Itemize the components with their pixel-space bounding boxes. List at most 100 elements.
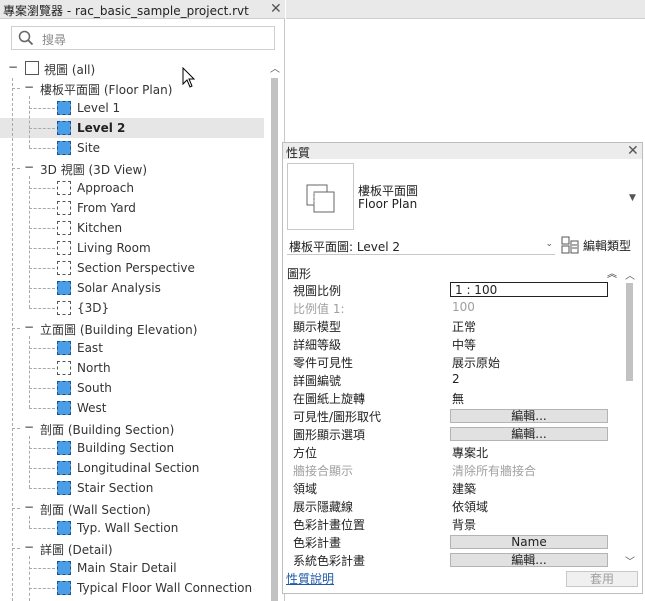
property-name: 視圖比例 (293, 284, 342, 298)
property-name: 色彩計畫位置 (293, 518, 366, 532)
view-placed-icon (57, 441, 71, 455)
tree-connector (29, 208, 55, 209)
scroll-up-icon[interactable]: ︿ (625, 267, 635, 282)
properties-panel: 性質 ✕ 樓板平面圖 Floor Plan ▼ 樓板平面圖: Level 2 ⌄… (282, 142, 643, 594)
view-item[interactable]: Level 2 (0, 118, 264, 138)
property-value[interactable]: 背景 (452, 516, 476, 533)
view-item[interactable]: South (0, 378, 264, 398)
view-item[interactable]: West (0, 398, 264, 418)
property-value[interactable]: 2 (452, 372, 460, 386)
property-edit-button[interactable]: 編輯... (450, 427, 608, 441)
view-placed-icon (57, 521, 71, 535)
view-item[interactable]: Kitchen (0, 218, 264, 238)
property-value[interactable]: 依領域 (452, 498, 488, 515)
edit-type-button[interactable]: 編輯類型 (561, 236, 641, 254)
property-row: 詳圖編號 2 (287, 371, 612, 389)
section-header-graphics[interactable]: 圖形 ︽ (287, 264, 617, 281)
collapse-icon[interactable]: − (24, 80, 34, 94)
view-category[interactable]: − 立面圖 (Building Elevation) (0, 318, 264, 338)
view-icon (57, 301, 71, 315)
property-name: 色彩計畫 (293, 536, 342, 550)
property-value[interactable]: 展示原始 (452, 354, 500, 371)
view-category[interactable]: − 詳圖 (Detail) (0, 538, 264, 558)
close-icon[interactable]: ✕ (270, 2, 282, 16)
tree-connector (12, 428, 20, 429)
view-item[interactable]: Living Room (0, 238, 264, 258)
scroll-thumb[interactable] (271, 78, 278, 601)
view-category[interactable]: − 視圖 (all) (0, 58, 264, 78)
property-value: 清除所有牆接合 (452, 464, 537, 478)
properties-help-link[interactable]: 性質說明 (286, 570, 334, 587)
tree-connector (29, 268, 55, 269)
view-item[interactable]: East (0, 338, 264, 358)
scroll-down-icon[interactable]: ﹀ (625, 553, 635, 568)
view-item[interactable]: Typ. Wall Section (0, 518, 264, 538)
view-item[interactable]: Building Section (0, 438, 264, 458)
view-category[interactable]: − 剖面 (Building Section) (0, 418, 264, 438)
instance-selector-dropdown[interactable]: 樓板平面圖: Level 2 ⌄ (287, 235, 555, 255)
tree-connector (29, 248, 55, 249)
view-item[interactable]: Solar Analysis (0, 278, 264, 298)
instance-selector-value: 樓板平面圖: Level 2 (289, 240, 400, 254)
tree-connector (29, 528, 55, 529)
scroll-thumb[interactable] (626, 283, 633, 381)
view-item[interactable]: Approach (0, 178, 264, 198)
view-item[interactable]: Stair Section (0, 478, 264, 498)
property-value[interactable]: 正常 (452, 318, 476, 335)
property-edit-button[interactable]: Name (450, 535, 608, 549)
view-category[interactable]: −3D 視圖 (3D View) (0, 158, 264, 178)
property-edit-button[interactable]: 編輯... (450, 409, 608, 423)
view-item[interactable]: Site (0, 138, 264, 158)
view-placed-icon (57, 341, 71, 355)
tree-connector (29, 108, 55, 109)
view-item[interactable]: Level 1 (0, 98, 264, 118)
property-name: 展示隱藏線 (293, 500, 354, 514)
chevron-down-icon: ⌄ (545, 239, 553, 249)
search-input[interactable]: 搜尋 (11, 26, 275, 50)
property-value[interactable]: 中等 (452, 336, 476, 353)
view-item[interactable]: North (0, 358, 264, 378)
view-item[interactable]: Longitudinal Section (0, 458, 264, 478)
property-name: 零件可見性 (293, 356, 354, 370)
scroll-up-icon[interactable]: ︿ (270, 60, 280, 75)
collapse-icon[interactable]: − (24, 320, 34, 334)
property-value[interactable]: 建築 (452, 480, 476, 497)
type-selector-dropdown-icon[interactable]: ▼ (629, 193, 636, 203)
view-scale-input[interactable]: 1 : 100 (450, 282, 608, 297)
view-item[interactable]: {3D} (0, 298, 264, 318)
tree-connector (12, 328, 20, 329)
view-category[interactable]: − 樓板平面圖 (Floor Plan) (0, 78, 264, 98)
collapse-icon[interactable]: − (24, 500, 34, 514)
tree-connector (29, 488, 55, 489)
collapse-icon[interactable]: − (24, 420, 34, 434)
properties-title-bar: 性質 ✕ (283, 143, 642, 160)
tree-connector (29, 188, 55, 189)
property-name: 領域 (293, 482, 318, 496)
properties-scrollbar[interactable]: ︿ ﹀ (621, 265, 639, 568)
close-icon[interactable]: ✕ (627, 144, 639, 158)
view-item[interactable]: Section Perspective (0, 258, 264, 278)
view-item[interactable]: From Yard (0, 198, 264, 218)
apply-button[interactable]: 套用 (566, 571, 638, 587)
view-item[interactable]: Typical Floor Wall Connection (0, 578, 264, 598)
property-row: 詳細等級 中等 (287, 335, 612, 353)
view-item[interactable]: Main Stair Detail (0, 558, 264, 578)
property-row: 視圖比例 1 : 100 (287, 281, 612, 299)
collapse-icon[interactable]: − (24, 160, 34, 174)
property-row: 在圖紙上旋轉 無 (287, 389, 612, 407)
property-edit-button[interactable]: 編輯... (450, 553, 608, 567)
view-icon (57, 261, 71, 275)
tree-connector (29, 468, 55, 469)
tree-item-label: 詳圖 (Detail) (40, 543, 113, 557)
view-icon (57, 361, 71, 375)
collapse-icon[interactable]: − (24, 540, 34, 554)
tree-connector (29, 516, 30, 528)
tree-item-label: Level 1 (77, 101, 121, 115)
property-value[interactable]: 專案北 (452, 444, 488, 461)
view-category[interactable]: − 剖面 (Wall Section) (0, 498, 264, 518)
collapse-icon[interactable]: ︽ (607, 265, 617, 280)
property-value[interactable]: 無 (452, 390, 464, 407)
tree-item-label: Building Section (77, 441, 175, 455)
collapse-icon[interactable]: − (8, 60, 18, 74)
tree-connector (29, 228, 55, 229)
